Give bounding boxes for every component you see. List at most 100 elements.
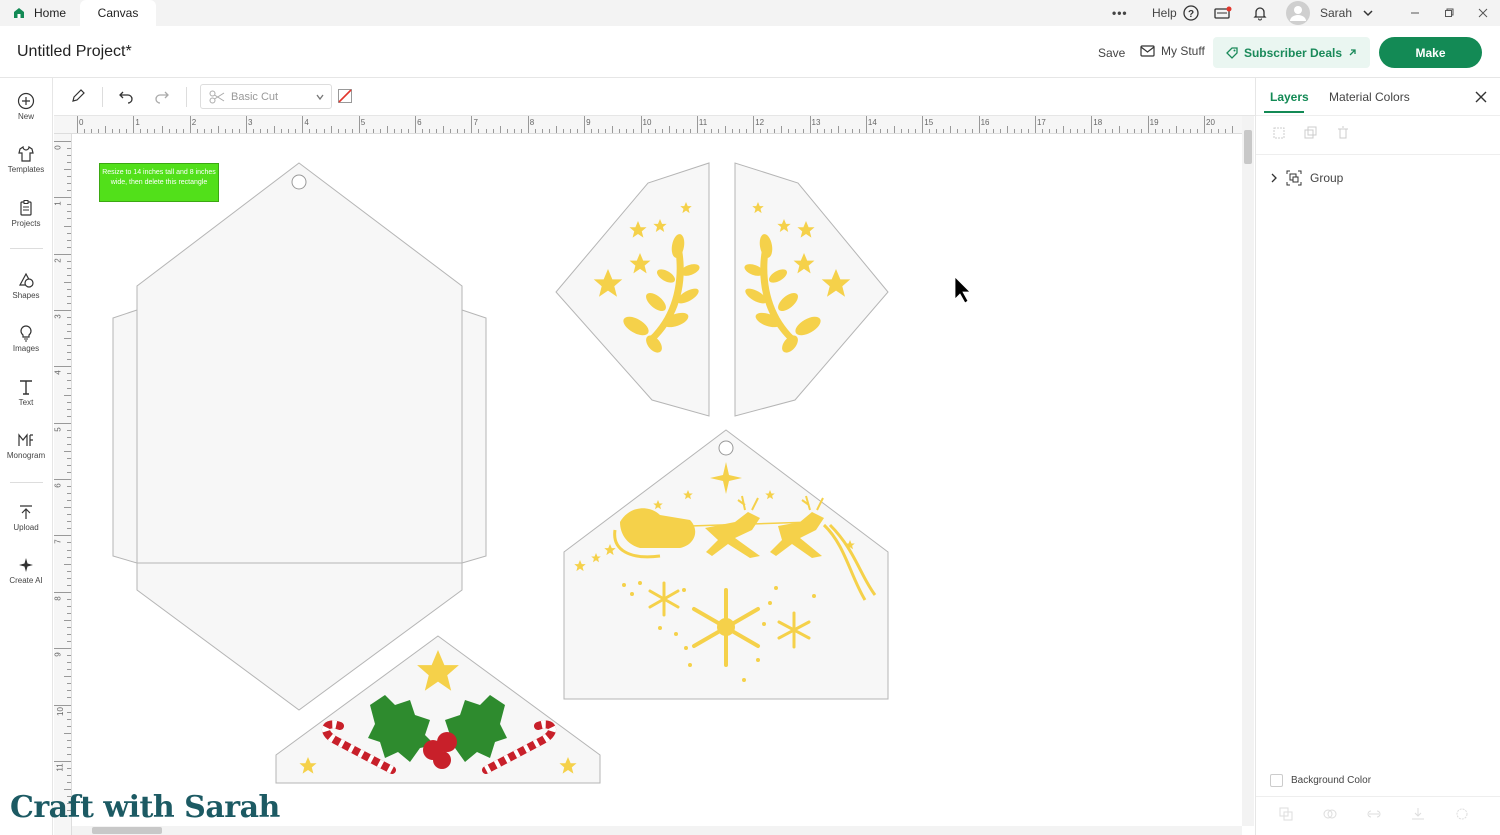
duplicate-icon[interactable]	[1304, 126, 1318, 140]
sidebar-item-monogram[interactable]: Monogram	[0, 431, 52, 460]
operation-select[interactable]: Basic Cut	[200, 84, 332, 109]
ruler-tick	[767, 129, 769, 133]
my-stuff-label: My Stuff	[1161, 44, 1205, 58]
tab-layers[interactable]: Layers	[1270, 90, 1309, 104]
close-window-button[interactable]	[1478, 0, 1488, 26]
tab-home[interactable]: Home	[0, 0, 80, 26]
sidebar-item-upload[interactable]: Upload	[0, 503, 52, 532]
pencil-icon[interactable]	[70, 88, 86, 104]
ruler-tick	[67, 577, 71, 579]
ruler-tick	[689, 129, 691, 133]
ruler-tick	[67, 239, 71, 241]
combine-icon[interactable]	[1322, 806, 1338, 822]
ruler-tick	[67, 317, 71, 319]
contour-icon[interactable]	[1454, 806, 1470, 822]
trash-icon[interactable]	[1336, 126, 1350, 140]
plus-circle-icon	[17, 92, 35, 110]
ruler-tick	[1218, 129, 1220, 133]
scroll-thumb[interactable]	[1244, 130, 1252, 164]
ruler-tick-label: 13	[811, 118, 821, 127]
ruler-tick	[1077, 129, 1079, 133]
attach-icon[interactable]	[1366, 806, 1382, 822]
undo-icon[interactable]	[118, 88, 134, 104]
instruction-rectangle[interactable]: Resize to 14 inches tall and 8 inches wi…	[99, 163, 219, 202]
background-color-label: Background Color	[1291, 775, 1372, 786]
ruler-tick	[203, 129, 205, 133]
ruler-tick	[492, 129, 494, 133]
ruler-tick	[1232, 126, 1234, 133]
ruler-tick	[54, 197, 71, 199]
sidebar-item-shapes[interactable]: Shapes	[0, 271, 52, 300]
project-title[interactable]: Untitled Project*	[17, 43, 132, 61]
redo-icon[interactable]	[154, 88, 170, 104]
ruler-tick	[330, 126, 332, 133]
scissors-icon	[209, 90, 225, 103]
tab-material-colors[interactable]: Material Colors	[1329, 90, 1410, 104]
lightbulb-icon	[20, 325, 32, 342]
slice-icon[interactable]	[1278, 806, 1294, 822]
user-menu[interactable]: Sarah	[1286, 0, 1374, 26]
ruler-tick	[591, 129, 593, 133]
ruler-tick	[584, 116, 586, 133]
queue-button[interactable]	[1214, 0, 1232, 26]
ruler-tick	[231, 129, 233, 133]
my-stuff-button[interactable]: My Stuff	[1140, 44, 1205, 58]
sidebar-item-new[interactable]: New	[0, 92, 52, 121]
ruler-tick	[67, 683, 71, 685]
toolbar-divider	[102, 87, 103, 107]
sidebar-item-text[interactable]: Text	[0, 378, 52, 407]
close-icon[interactable]	[1475, 91, 1487, 103]
ruler-tick	[598, 129, 600, 133]
ruler-tick	[908, 129, 910, 133]
horizontal-scrollbar[interactable]	[72, 826, 1242, 835]
restore-button[interactable]	[1444, 0, 1454, 26]
scroll-thumb[interactable]	[92, 827, 162, 834]
ruler-tick-label: 1	[135, 118, 140, 127]
ruler-tick	[351, 129, 353, 133]
more-menu[interactable]: •••	[1112, 0, 1128, 26]
ruler-tick	[67, 542, 71, 544]
group-icon[interactable]	[1272, 126, 1286, 140]
ruler-tick-label: 10	[55, 706, 65, 716]
ruler-tick	[67, 436, 71, 438]
home-icon	[14, 8, 24, 18]
minimize-button[interactable]	[1410, 0, 1420, 26]
ruler-tick	[915, 129, 917, 133]
sidebar-item-create-ai[interactable]: Create AI	[0, 556, 52, 585]
layer-name: Group	[1310, 171, 1344, 185]
help-button[interactable]: Help ?	[1152, 0, 1199, 26]
background-color-toggle[interactable]: Background Color	[1270, 774, 1371, 787]
ruler-tick	[67, 774, 71, 776]
ruler-tick	[563, 129, 565, 133]
save-button[interactable]: Save	[1098, 46, 1125, 60]
notifications-button[interactable]	[1252, 0, 1268, 26]
ruler-tick	[950, 126, 952, 133]
sidebar-item-images[interactable]: Images	[0, 324, 52, 353]
ruler-tick	[67, 493, 71, 495]
design-canvas[interactable]: Resize to 14 inches tall and 8 inches wi…	[72, 134, 1242, 824]
ruler-tick	[1105, 129, 1107, 133]
edit-toolbar: Basic Cut	[54, 78, 1255, 116]
flatten-icon[interactable]	[1410, 806, 1426, 822]
ruler-tick	[513, 129, 515, 133]
sidebar-item-templates[interactable]: Templates	[0, 145, 52, 174]
sidebar-item-projects[interactable]: Projects	[0, 199, 52, 228]
make-button[interactable]: Make	[1379, 37, 1482, 68]
color-swatch-none-icon[interactable]	[338, 89, 352, 103]
ruler-tick	[901, 129, 903, 133]
subscriber-deals-button[interactable]: Subscriber Deals	[1213, 37, 1370, 68]
ruler-tick	[67, 584, 71, 586]
ruler-tick	[281, 129, 283, 133]
ruler-tick	[309, 129, 311, 133]
vertical-scrollbar[interactable]	[1242, 116, 1254, 826]
checkbox[interactable]	[1270, 774, 1283, 787]
layer-row-group[interactable]: Group	[1270, 170, 1343, 186]
ruler-tick	[54, 760, 71, 762]
ruler-tick	[133, 116, 135, 133]
chevron-down-icon	[316, 94, 324, 100]
ruler-tick	[548, 129, 550, 133]
ruler-tick	[386, 126, 388, 133]
tab-canvas[interactable]: Canvas	[80, 0, 156, 26]
ruler-tick	[67, 521, 71, 523]
ruler-tick	[520, 129, 522, 133]
